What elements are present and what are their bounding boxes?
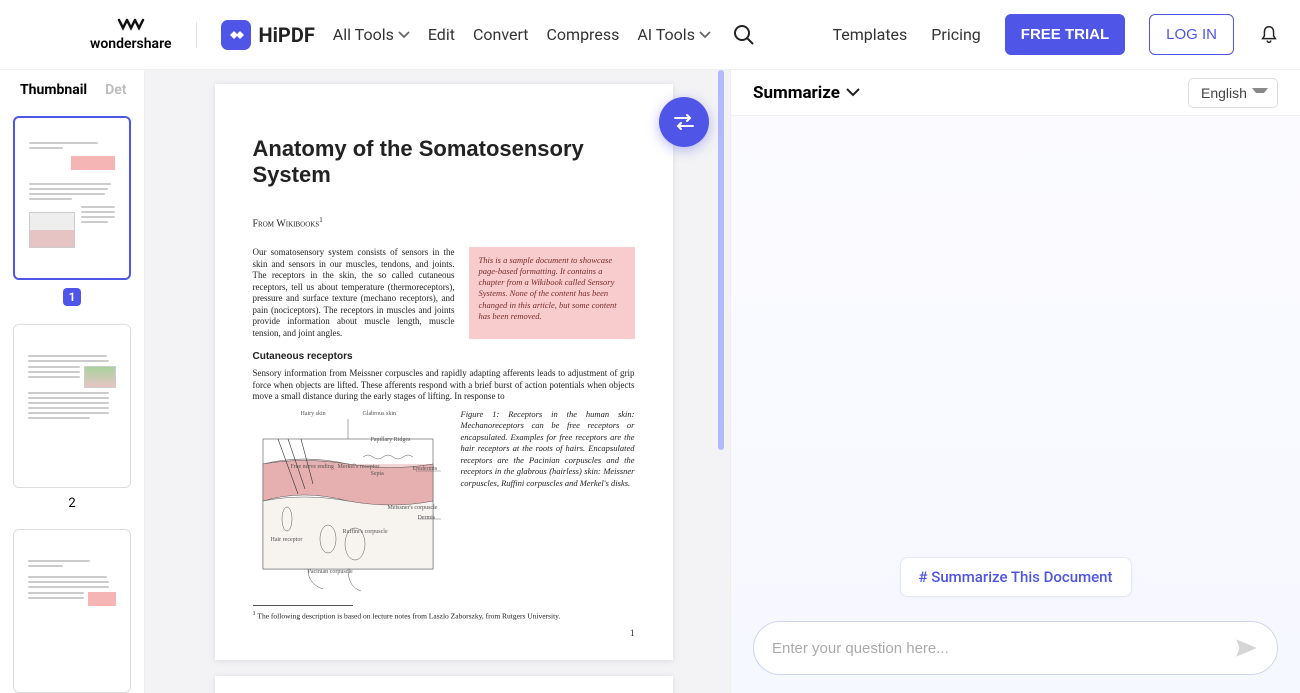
nav-ai-tools-label: AI Tools (637, 25, 695, 44)
send-icon[interactable] (1233, 635, 1259, 661)
nav-edit[interactable]: Edit (428, 25, 455, 44)
tab-thumbnail[interactable]: Thumbnail (20, 82, 87, 98)
free-trial-button[interactable]: FREE TRIAL (1005, 14, 1125, 55)
language-select[interactable]: English (1188, 78, 1278, 108)
fig-label-ruffini: Ruffini's corpuscle (343, 529, 388, 535)
chevron-down-icon (846, 88, 860, 97)
log-in-button[interactable]: LOG IN (1149, 14, 1234, 55)
nav-compress[interactable]: Compress (547, 25, 620, 44)
divider (196, 22, 197, 48)
summarize-suggestion-button[interactable]: # Summarize This Document (899, 557, 1131, 597)
ai-chat-body: # Summarize This Document (731, 116, 1300, 693)
pdf-page-2-peek (215, 676, 673, 693)
wondershare-logo-icon (117, 18, 145, 34)
header-right: Templates Pricing FREE TRIAL LOG IN (832, 14, 1280, 55)
pdf-page-1: Anatomy of the Somatosensory System From… (215, 84, 673, 660)
nav-templates[interactable]: Templates (832, 25, 907, 44)
chevron-down-icon (398, 31, 410, 39)
notifications-icon[interactable] (1258, 24, 1280, 46)
paragraph-2: Sensory information from Meissner corpus… (253, 368, 635, 403)
prompt-bar (753, 621, 1278, 675)
page-source: From Wikibooks (253, 218, 320, 229)
fig-label-free-nerve: Free nerve ending (291, 464, 334, 470)
hipdf-label: HiPDF (259, 23, 315, 47)
fig-label-merkels: Merkel's receptor (338, 464, 380, 470)
ai-mode-label: Summarize (753, 83, 840, 103)
fig-label-dermis: Dermis (418, 515, 436, 521)
workspace: Thumbnail Det (0, 70, 1300, 693)
fig-label-pacinian: Pacinian corpuscle (308, 569, 353, 575)
tab-detail[interactable]: Det (105, 82, 126, 98)
page-num-1-badge: 1 (63, 288, 81, 306)
wondershare-label: wondershare (90, 36, 172, 52)
fig-label-papillary: Papillary Ridges (371, 437, 411, 443)
sidebar-tabs: Thumbnail Det (10, 82, 134, 98)
figure-skin-receptors: Hairy skin Glabrous skin Papillary Ridge… (253, 409, 443, 595)
fig-label-septa: Septa (371, 471, 384, 477)
thumbnail-sidebar: Thumbnail Det (0, 70, 145, 693)
ai-panel: Summarize English # Summarize This Docum… (730, 70, 1300, 693)
page-thumbnail-3[interactable] (13, 529, 131, 693)
header: wondershare HiPDF All Tools Edit Convert… (0, 0, 1300, 70)
figure-caption: Figure 1: Receptors in the human skin: M… (461, 409, 635, 595)
footnote-text: 1 The following description is based on … (253, 610, 635, 621)
prompt-input[interactable] (772, 640, 1233, 657)
nav-pricing[interactable]: Pricing (931, 25, 981, 44)
fig-label-hairy: Hairy skin (301, 411, 326, 417)
hipdf-logo-icon (221, 20, 251, 50)
fig-label-epidermis: Epidermis (413, 466, 438, 472)
page-title: Anatomy of the Somatosensory System (253, 136, 635, 188)
fig-label-glabrous: Glabrous skin (363, 411, 397, 417)
page-thumbnail-1[interactable] (13, 116, 131, 280)
footnote-divider (253, 605, 353, 606)
fig-label-meissner: Meissner's corpuscle (388, 505, 438, 511)
chevron-down-icon (699, 31, 711, 39)
search-icon[interactable] (733, 24, 755, 46)
swap-panels-button[interactable] (659, 97, 709, 147)
page-num-2: 2 (10, 496, 134, 511)
page-number: 1 (630, 628, 635, 638)
viewer-scrollbar[interactable] (718, 70, 724, 450)
swap-arrows-icon (672, 113, 696, 131)
page-thumbnail-2[interactable] (13, 324, 131, 488)
ai-panel-header: Summarize English (731, 70, 1300, 116)
nav-convert[interactable]: Convert (473, 25, 529, 44)
document-viewer: Anatomy of the Somatosensory System From… (145, 70, 730, 693)
wondershare-brand[interactable]: wondershare (90, 18, 172, 52)
fig-label-hair-rec: Hair receptor (271, 537, 303, 543)
ai-mode-selector[interactable]: Summarize (753, 83, 860, 103)
nav-all-tools[interactable]: All Tools (333, 25, 410, 44)
subhead-cutaneous: Cutaneous receptors (253, 351, 635, 362)
callout-box: This is a sample document to showcase pa… (469, 247, 635, 339)
hipdf-brand[interactable]: HiPDF (221, 20, 315, 50)
nav-all-tools-label: All Tools (333, 25, 394, 44)
paragraph-1: Our somatosensory system consists of sen… (253, 247, 455, 339)
nav-ai-tools[interactable]: AI Tools (637, 25, 711, 44)
